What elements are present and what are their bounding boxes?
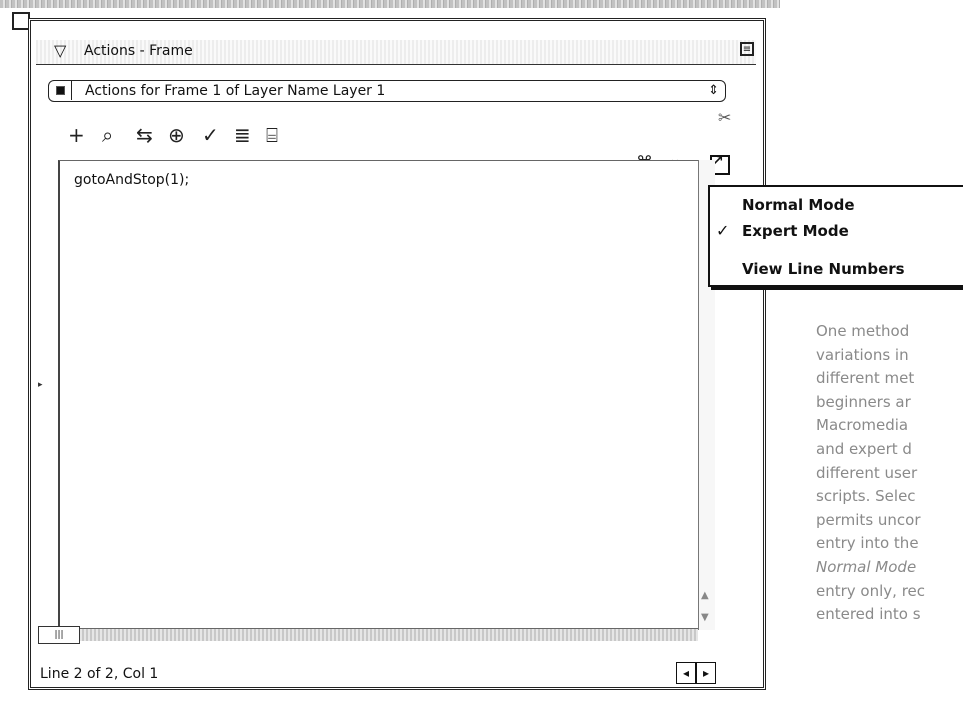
bullet-icon xyxy=(56,86,65,95)
auto-format-icon[interactable]: ≣ xyxy=(234,122,251,148)
sidebar-line: One method xyxy=(816,322,910,340)
sidebar-line: scripts. Selec xyxy=(816,487,916,506)
check-syntax-icon[interactable]: ✓ xyxy=(202,122,219,148)
check-icon: ✓ xyxy=(716,221,730,240)
status-line: Line 2 of 2, Col 1 xyxy=(40,666,159,682)
dropdown-arrows-icon[interactable]: ⇕ xyxy=(708,82,719,100)
find-icon[interactable]: ⌕ xyxy=(102,122,113,148)
menu-item-normal-mode[interactable]: Normal Mode xyxy=(742,195,855,215)
target-selector-label: Actions for Frame 1 of Layer Name Layer … xyxy=(85,83,386,99)
script-line: gotoAndStop(1); xyxy=(74,172,190,188)
nav-left-button[interactable]: ◂ xyxy=(676,662,696,684)
sidebar-line: Macromedia xyxy=(816,416,909,435)
pin-toggle[interactable] xyxy=(49,81,72,100)
sidebar-line: different met xyxy=(816,369,915,388)
collapse-triangle-icon[interactable]: ▽ xyxy=(54,42,66,60)
pin-script-icon[interactable]: ✂ xyxy=(718,108,731,127)
left-pane-handle-icon[interactable]: ▸ xyxy=(38,380,43,390)
script-editor[interactable]: gotoAndStop(1); xyxy=(58,160,700,631)
scroll-up-icon[interactable]: ▲ xyxy=(701,590,709,601)
scroll-down-icon[interactable]: ▼ xyxy=(701,612,709,623)
book-sidebar-text: One method variations in different met b… xyxy=(816,320,963,627)
sidebar-line: permits uncor xyxy=(816,510,921,529)
pane-grip[interactable]: ||| xyxy=(38,626,80,644)
sidebar-line: and expert d xyxy=(816,439,912,458)
sidebar-line: entered into s xyxy=(816,605,921,624)
menu-item-view-line-numbers[interactable]: View Line Numbers xyxy=(742,259,905,279)
sidebar-line: beginners ar xyxy=(816,392,911,411)
actions-toolbar: + ⌕ ⇆ ⊕ ✓ ≣ ⌸ xyxy=(68,122,368,150)
sidebar-line: entry into the xyxy=(816,534,919,553)
show-code-hint-icon[interactable]: ⌸ xyxy=(266,122,278,148)
panel-title-bar[interactable]: ▽ Actions - Frame ≡ xyxy=(36,40,756,65)
scan-edge xyxy=(0,0,780,8)
replace-icon[interactable]: ⇆ xyxy=(136,122,153,148)
sidebar-line: entry only, rec xyxy=(816,581,926,600)
insert-target-path-icon[interactable]: ⊕ xyxy=(168,122,185,148)
horizontal-scrollbar[interactable] xyxy=(58,628,698,641)
sidebar-line: variations in xyxy=(816,345,909,364)
menu-item-expert-mode[interactable]: Expert Mode xyxy=(742,221,849,241)
nav-right-button[interactable]: ▸ xyxy=(696,662,716,684)
sidebar-line: Normal Mode xyxy=(816,557,917,576)
sidebar-line: different user xyxy=(816,463,918,482)
target-selector[interactable]: Actions for Frame 1 of Layer Name Layer … xyxy=(48,80,726,102)
add-statement-icon[interactable]: + xyxy=(68,122,85,148)
view-options-menu: Normal Mode ✓ Expert Mode View Line Numb… xyxy=(708,185,963,287)
panel-title: Actions - Frame xyxy=(84,43,193,59)
panel-menu-icon[interactable]: ≡ xyxy=(740,42,754,56)
